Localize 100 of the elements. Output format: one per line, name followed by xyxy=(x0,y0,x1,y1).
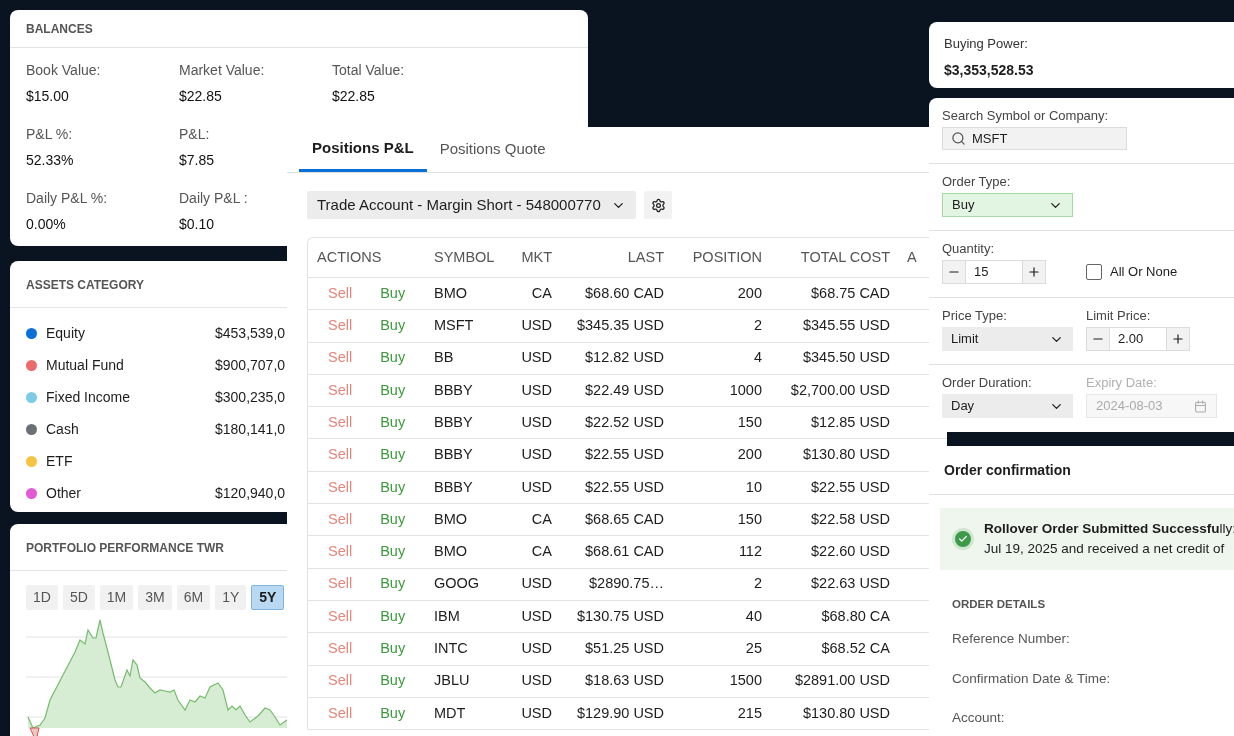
column-header: MKT xyxy=(520,247,552,267)
column-header: ACTIONS xyxy=(316,247,383,267)
quantity-value: 2.00 xyxy=(1117,330,1145,348)
buy-link[interactable]: Buy xyxy=(380,444,406,466)
buy-link[interactable]: Buy xyxy=(380,282,406,305)
select-dropdown[interactable]: Buy xyxy=(942,193,1073,217)
period-tab[interactable]: 1D xyxy=(26,585,58,610)
table-cell-text: BMO xyxy=(433,542,469,562)
table-cell-text: $22.49 USD xyxy=(584,380,664,400)
field-value: $15.00 xyxy=(26,87,70,106)
buy-link[interactable]: Buy xyxy=(380,379,406,402)
plus-icon[interactable] xyxy=(1166,328,1189,350)
table-cell-text: BB xyxy=(433,348,455,368)
category-label: Cash xyxy=(46,419,80,439)
table-cell-text: BBBY xyxy=(433,477,474,497)
sell-link[interactable]: Sell xyxy=(328,315,353,337)
buy-link[interactable]: Buy xyxy=(380,573,406,596)
table-cell-text: $22.55 USD xyxy=(584,445,664,465)
buy-link[interactable]: Buy xyxy=(380,702,406,725)
account-select[interactable]: Trade Account - Margin Short - 548000770 xyxy=(307,191,636,219)
field-value: $22.85 xyxy=(332,87,376,106)
period-tab[interactable]: 3M xyxy=(138,585,172,610)
select-dropdown[interactable]: Limit xyxy=(942,327,1073,351)
category-label: ETF xyxy=(46,451,74,471)
table-cell-text: JBLU xyxy=(433,671,471,691)
field-label: Search Symbol or Company: xyxy=(942,108,1110,124)
buy-link[interactable]: Buy xyxy=(380,411,406,434)
buy-link[interactable]: Buy xyxy=(380,508,406,531)
table-cell-text: USD xyxy=(520,639,552,659)
table-cell-text: $129.90 USD xyxy=(575,703,664,723)
field-label: Order Duration: xyxy=(942,375,1033,391)
buy-link[interactable]: Buy xyxy=(380,315,406,337)
field-label: Expiry Date: xyxy=(1086,375,1158,391)
table-cell-text: 150 xyxy=(736,509,762,529)
sell-link[interactable]: Sell xyxy=(328,541,353,563)
field-value: $0.10 xyxy=(179,215,216,234)
table-cell-text: 1500 xyxy=(728,671,762,691)
buy-link[interactable]: Buy xyxy=(380,670,406,693)
table-cell-text: USD xyxy=(520,380,552,400)
table-cell-text: USD xyxy=(520,606,552,626)
buy-link[interactable]: Buy xyxy=(380,541,406,563)
buy-link[interactable]: Buy xyxy=(380,605,406,628)
sell-link[interactable]: Sell xyxy=(328,670,353,693)
table-cell-text: USD xyxy=(520,316,552,336)
confirmation-title: Order confirmation xyxy=(944,462,1071,478)
table-cell-text: INTC xyxy=(433,639,469,659)
buy-link[interactable]: Buy xyxy=(380,476,406,499)
period-tab[interactable]: 5Y xyxy=(251,585,285,610)
buy-link[interactable]: Buy xyxy=(380,638,406,660)
table-cell-text: MSFT xyxy=(433,316,475,336)
sell-link[interactable]: Sell xyxy=(328,379,353,402)
table-cell-text: BBBY xyxy=(433,380,474,400)
minus-icon[interactable] xyxy=(1087,328,1110,350)
sell-link[interactable]: Sell xyxy=(328,605,353,628)
sell-link[interactable]: Sell xyxy=(328,638,353,660)
plus-icon[interactable] xyxy=(1022,261,1045,283)
table-cell-text: $22.63 USD xyxy=(810,574,890,594)
period-tab[interactable]: 5D xyxy=(62,585,95,610)
table-cell-text: $345.35 USD xyxy=(575,316,664,336)
table-cell-text: $2891.00 USD xyxy=(793,671,890,691)
period-tab[interactable]: 1M xyxy=(99,585,134,610)
sell-link[interactable]: Sell xyxy=(328,444,353,466)
select-dropdown[interactable]: Day xyxy=(942,394,1073,418)
positions-tab[interactable]: Positions Quote xyxy=(426,127,559,172)
table-cell-text: 112 xyxy=(737,542,762,562)
sell-link[interactable]: Sell xyxy=(328,347,353,370)
sell-link[interactable]: Sell xyxy=(328,573,353,596)
sell-link[interactable]: Sell xyxy=(328,508,353,531)
checkbox[interactable] xyxy=(1086,264,1102,280)
period-tab[interactable]: 1Y xyxy=(215,585,247,610)
field-value: 0.00% xyxy=(26,215,67,234)
table-cell-text: $22.58 USD xyxy=(810,509,890,529)
column-header: LAST xyxy=(626,247,664,267)
table-cell-text: $12.82 USD xyxy=(584,348,664,368)
buy-link[interactable]: Buy xyxy=(380,347,406,370)
table-cell-text: USD xyxy=(520,477,552,497)
stepper-field[interactable]: 2.00 xyxy=(1086,327,1190,351)
table-cell-text: $22.55 USD xyxy=(810,477,890,497)
table-cell-text: $18.63 USD xyxy=(584,671,664,691)
table-cell-text: BBBY xyxy=(433,412,474,432)
table-cell-text: USD xyxy=(520,348,552,368)
category-value: $120,940,0 xyxy=(215,483,286,503)
field-value: 52.33% xyxy=(26,151,75,170)
detail-label: Confirmation Date & Time: xyxy=(952,669,1112,688)
search-field[interactable]: MSFT xyxy=(942,127,1127,150)
period-tab[interactable]: 6M xyxy=(176,585,211,610)
sell-link[interactable]: Sell xyxy=(328,282,353,305)
table-cell-text: 40 xyxy=(744,606,762,626)
quantity-value: 15 xyxy=(973,263,990,281)
column-header: A xyxy=(906,247,918,267)
table-cell-text: BMO xyxy=(433,283,469,303)
sell-link[interactable]: Sell xyxy=(328,411,353,434)
minus-icon[interactable] xyxy=(943,261,966,283)
positions-tab[interactable]: Positions P&L xyxy=(299,127,427,172)
stepper-field[interactable]: 15 xyxy=(942,260,1046,284)
category-label: Mutual Fund xyxy=(46,355,125,375)
sell-link[interactable]: Sell xyxy=(328,702,353,725)
settings-button[interactable] xyxy=(644,191,672,219)
sell-link[interactable]: Sell xyxy=(328,476,353,499)
table-cell-text: GOOG xyxy=(433,574,481,594)
